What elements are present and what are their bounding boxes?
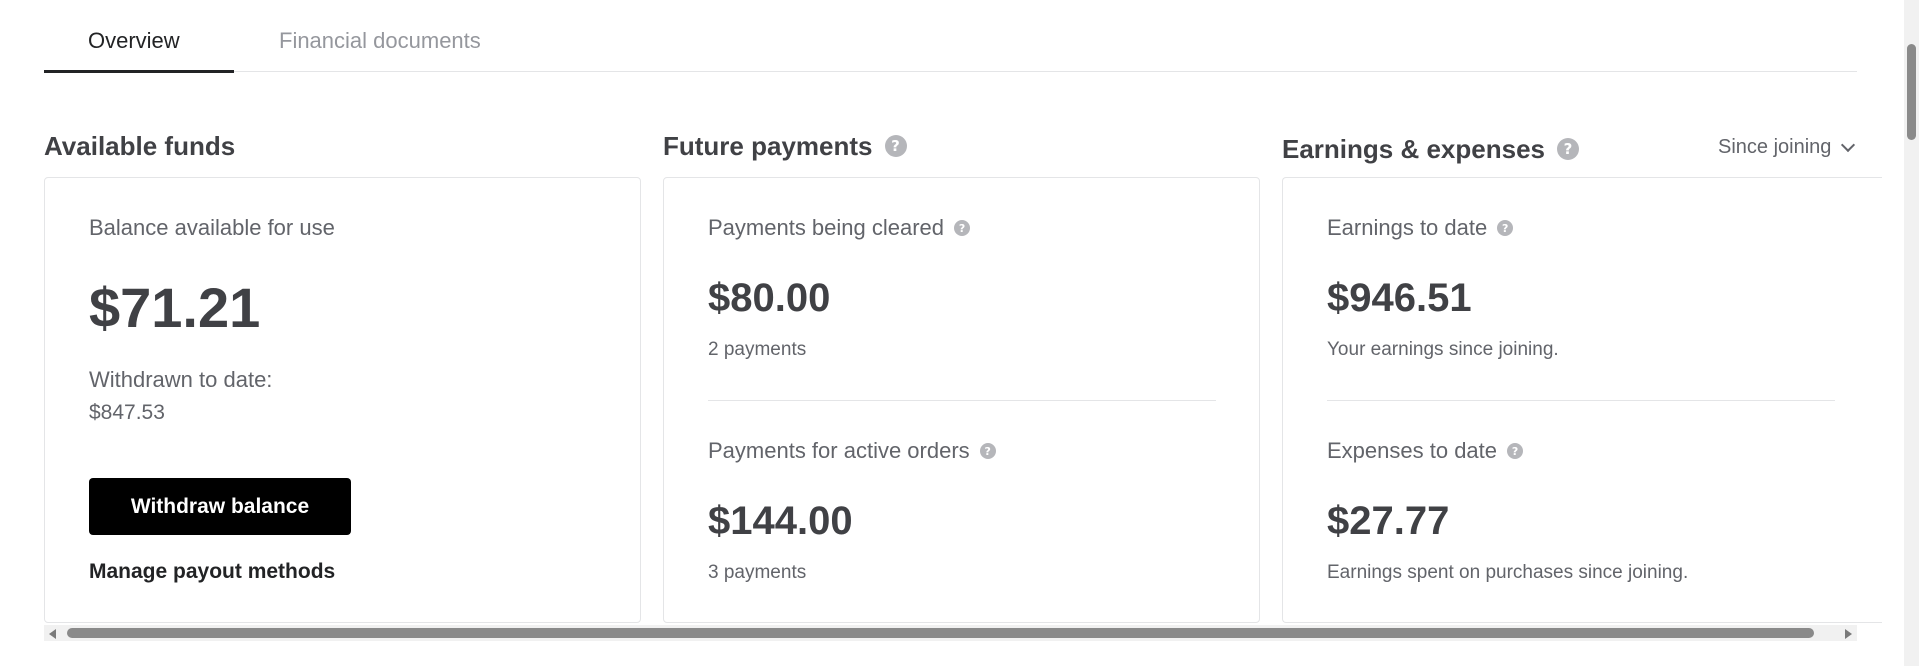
tab-financial-documents[interactable]: Financial documents [279,26,481,56]
balance-label-text: Balance available for use [89,215,335,240]
earnings-expenses-card: Earnings to date ? $946.51 Your earnings… [1282,177,1882,623]
help-icon[interactable]: ? [954,220,971,236]
scroll-right-arrow-icon[interactable] [1845,629,1852,639]
earnings-amount: $946.51 [1327,276,1472,320]
earnings-expenses-title: Earnings & expenses ? [1282,133,1579,165]
available-funds-title-text: Available funds [44,131,236,161]
payments-active-amount: $144.00 [708,499,853,543]
future-payments-card: Payments being cleared ? $80.00 2 paymen… [663,177,1260,623]
expenses-subtext: Earnings spent on purchases since joinin… [1327,562,1689,583]
vertical-scrollbar-thumb[interactable] [1907,44,1916,140]
balance-amount: $71.21 [89,276,261,339]
divider [708,400,1216,401]
tab-bar: Overview Financial documents [44,0,1857,73]
expenses-amount: $27.77 [1327,499,1450,543]
expenses-label: Expenses to date ? [1327,438,1524,464]
withdrawn-label-text: Withdrawn to date: [89,367,273,392]
payments-cleared-amount: $80.00 [708,276,831,320]
earnings-label: Earnings to date ? [1327,215,1514,241]
expenses-label-text: Expenses to date [1327,438,1498,463]
horizontal-scrollbar-thumb[interactable] [67,628,1814,638]
withdrawn-amount: $847.53 [89,401,165,424]
available-funds-card: Balance available for use $71.21 Withdra… [44,177,641,623]
available-funds-title: Available funds [44,130,235,162]
earnings-label-text: Earnings to date [1327,215,1488,240]
help-icon[interactable]: ? [1507,443,1524,459]
vertical-scrollbar[interactable] [1904,0,1919,666]
earnings-page: Overview Financial documents Available f… [0,0,1919,666]
payments-active-count: 3 payments [708,562,807,583]
active-tab-indicator [44,70,234,73]
payments-cleared-label: Payments being cleared ? [708,215,971,241]
chevron-down-icon [1841,137,1856,152]
help-icon[interactable]: ? [884,135,907,157]
balance-label: Balance available for use [89,215,335,241]
payments-active-label: Payments for active orders ? [708,438,996,464]
tab-overview[interactable]: Overview [88,26,180,56]
payments-cleared-label-text: Payments being cleared [708,215,945,240]
divider [1327,400,1835,401]
manage-payout-methods-link[interactable]: Manage payout methods [89,560,335,584]
earnings-expenses-title-text: Earnings & expenses [1282,134,1545,164]
help-icon[interactable]: ? [1557,138,1579,160]
payments-cleared-count: 2 payments [708,339,807,360]
future-payments-title-text: Future payments [663,131,873,161]
help-icon[interactable]: ? [1497,220,1514,236]
earnings-subtext: Your earnings since joining. [1327,339,1559,360]
withdraw-balance-button[interactable]: Withdraw balance [89,478,351,535]
withdrawn-label: Withdrawn to date: [89,367,272,393]
future-payments-title: Future payments ? [663,130,907,162]
horizontal-scrollbar[interactable] [44,625,1857,641]
payments-active-label-text: Payments for active orders [708,438,970,463]
period-select[interactable]: Since joining [1718,136,1856,159]
period-select-value: Since joining [1718,136,1832,158]
help-icon[interactable]: ? [979,443,996,459]
scroll-left-arrow-icon[interactable] [49,629,56,639]
